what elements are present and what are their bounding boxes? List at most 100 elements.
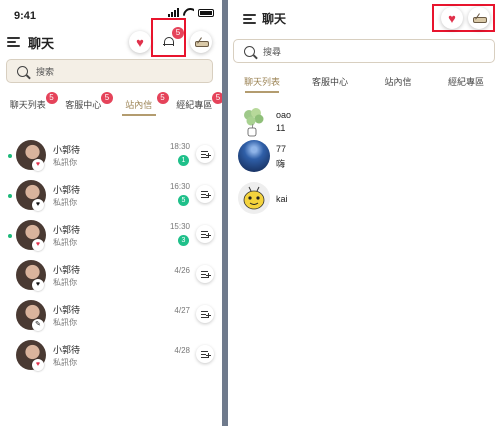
- chat-name: oao: [276, 110, 292, 120]
- tab-bar: 聊天列表 客服中心 站內信 經紀專區: [228, 75, 500, 93]
- chat-row[interactable]: ♥ 小郭待 私訊你 4/26: [0, 256, 222, 296]
- tab-agent-zone[interactable]: 經紀專區 5: [167, 92, 222, 116]
- chat-name: 小郭待: [53, 345, 81, 355]
- compose-icon: [473, 13, 487, 23]
- chat-name: kai: [276, 194, 288, 204]
- page-title: 聊天: [28, 36, 55, 51]
- chat-row[interactable]: ♥ 小郭待 私訊你 4/28: [0, 336, 222, 376]
- tab-label: 經紀專區: [176, 100, 213, 110]
- chat-message: 私訊你: [53, 158, 77, 167]
- compose-icon: [195, 37, 209, 47]
- chat-row[interactable]: ♥ 小郭待 私訊你 16:30 5: [0, 176, 222, 216]
- heart-icon: ♥: [32, 199, 44, 211]
- menu-icon[interactable]: [7, 37, 20, 47]
- chat-message: 嗨: [276, 159, 286, 169]
- chat-time: 4/26: [174, 266, 190, 275]
- status-time: 9:41: [14, 10, 37, 22]
- chat-options-button[interactable]: [196, 225, 214, 243]
- chat-row[interactable]: kai: [228, 182, 500, 218]
- tab-customer-service[interactable]: 客服中心 5: [56, 92, 113, 116]
- left-chat-screen: 9:41 聊天 ♥ 5 搜索 聊天列表 5 客服中心 5 站內信 5 經紀專區 …: [0, 0, 222, 426]
- wifi-icon: [183, 8, 194, 17]
- tab-label: 經紀專區: [447, 77, 484, 87]
- chat-message: 私訊你: [53, 318, 77, 327]
- chat-options-button[interactable]: [196, 265, 214, 283]
- chat-row[interactable]: ♥ 小郭待 私訊你 18:30 1: [0, 136, 222, 176]
- chat-row[interactable]: 77 嗨: [228, 140, 500, 176]
- bell-icon: [163, 36, 174, 47]
- chat-name: 小郭待: [53, 145, 81, 155]
- avatar: [238, 182, 270, 214]
- tab-label: 站內信: [125, 100, 153, 110]
- chat-time: 16:30: [169, 182, 190, 191]
- chat-options-button[interactable]: [196, 345, 214, 363]
- chat-message: 11: [276, 123, 286, 133]
- tab-agent-zone[interactable]: 經紀專區: [432, 75, 500, 93]
- tab-label: 站內信: [384, 77, 412, 87]
- search-icon: [244, 45, 255, 57]
- tab-inbox[interactable]: 站內信: [364, 75, 432, 93]
- online-dot: [8, 194, 12, 198]
- tab-badge: 5: [212, 92, 222, 104]
- cartoon-avatar-icon: [243, 186, 265, 210]
- chat-message: 私訊你: [53, 238, 77, 247]
- search-placeholder: 搜尋: [263, 46, 282, 57]
- heart-icon: ♥: [32, 159, 44, 171]
- online-dot: [8, 154, 12, 158]
- chat-message: 私訊你: [53, 278, 77, 287]
- signal-icon: [168, 8, 179, 17]
- chat-name: 77: [276, 144, 287, 154]
- unread-count: 1: [178, 155, 189, 166]
- avatar: [238, 140, 270, 172]
- heart-icon: ♥: [32, 279, 44, 291]
- favorite-button[interactable]: ♥: [441, 7, 463, 29]
- tab-label: 聊天列表: [9, 100, 46, 110]
- online-dot: [8, 234, 12, 238]
- chat-message: 私訊你: [53, 198, 77, 207]
- chat-name: 小郭待: [53, 265, 81, 275]
- tab-chat-list[interactable]: 聊天列表 5: [0, 92, 58, 116]
- tab-customer-service[interactable]: 客服中心: [296, 75, 364, 93]
- search-placeholder: 搜索: [36, 66, 55, 77]
- tab-inbox[interactable]: 站內信 5: [111, 92, 169, 116]
- search-icon: [17, 65, 28, 77]
- chat-name: 小郭待: [53, 225, 81, 235]
- chat-row[interactable]: ♥ 小郭待 私訊你 15:30 3: [0, 216, 222, 256]
- chat-options-button[interactable]: [196, 185, 214, 203]
- compose-button[interactable]: [190, 31, 212, 53]
- tab-chat-list[interactable]: 聊天列表: [228, 75, 296, 93]
- unread-count: 5: [178, 195, 189, 206]
- tab-label: 客服中心: [311, 77, 348, 87]
- avatar: [238, 106, 270, 138]
- heart-icon: ♥: [448, 10, 456, 26]
- chat-time: 18:30: [169, 142, 190, 151]
- status-icons: [168, 8, 214, 17]
- chat-row[interactable]: oao 11: [228, 106, 500, 142]
- search-input[interactable]: 搜尋: [233, 39, 495, 63]
- tab-label: 客服中心: [65, 100, 102, 110]
- chat-name: 小郭待: [53, 185, 81, 195]
- notification-badge: 5: [172, 27, 184, 39]
- chat-options-button[interactable]: [196, 305, 214, 323]
- unread-count: 3: [178, 235, 189, 246]
- battery-icon: [198, 8, 214, 17]
- tab-label: 聊天列表: [243, 77, 280, 87]
- heart-icon: ♥: [32, 359, 44, 371]
- chat-options-button[interactable]: [196, 145, 214, 163]
- chat-row[interactable]: ✎ 小郭待 私訊你 4/27: [0, 296, 222, 336]
- chat-message: 私訊你: [53, 358, 77, 367]
- chat-name: 小郭待: [53, 305, 81, 315]
- heart-icon: ♥: [32, 239, 44, 251]
- right-chat-screen: 聊天 ♥ 搜尋 聊天列表 客服中心 站內信 經紀專區 oao 11 77 嗨 k…: [228, 0, 500, 426]
- tab-bar: 聊天列表 5 客服中心 5 站內信 5 經紀專區 5: [0, 92, 222, 116]
- menu-icon[interactable]: [243, 14, 256, 24]
- favorite-button[interactable]: ♥: [129, 31, 151, 53]
- search-input[interactable]: 搜索: [6, 59, 213, 83]
- heart-icon: ♥: [136, 34, 144, 50]
- chat-time: 15:30: [169, 222, 190, 231]
- page-title: 聊天: [262, 12, 287, 26]
- pen-icon: ✎: [32, 319, 44, 331]
- chat-time: 4/28: [174, 346, 190, 355]
- chat-time: 4/27: [174, 306, 190, 315]
- compose-button[interactable]: [468, 7, 490, 29]
